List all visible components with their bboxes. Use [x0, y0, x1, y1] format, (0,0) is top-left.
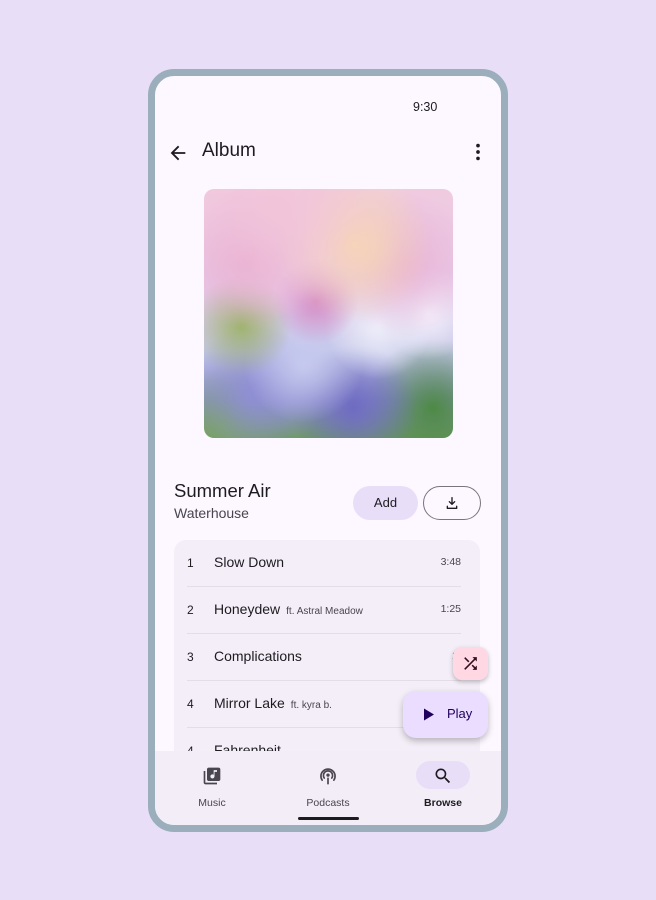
shuffle-button[interactable] — [453, 647, 488, 680]
nav-label: Music — [198, 797, 226, 809]
track-number: 4 — [187, 697, 194, 711]
gesture-home-indicator[interactable] — [298, 817, 359, 820]
track-duration: 3:48 — [440, 556, 461, 568]
download-icon — [446, 497, 458, 509]
shuffle-icon — [464, 657, 477, 670]
page-title: Album — [202, 140, 256, 161]
more-vert-icon[interactable] — [467, 141, 489, 163]
track-duration: 1:25 — [440, 603, 461, 615]
track-featuring: ft. Astral Meadow — [286, 606, 363, 617]
download-button[interactable] — [423, 486, 481, 520]
track-title: Honeydew ft. Astral Meadow — [214, 601, 363, 617]
search-icon — [435, 768, 451, 784]
podcasts-icon — [320, 768, 336, 785]
track-title: Complications — [214, 648, 302, 664]
top-app-bar: Album — [155, 132, 501, 172]
nav-item-browse[interactable]: Browse — [398, 759, 488, 819]
music-library-icon — [203, 767, 221, 785]
track-title: Mirror Lake ft. kyra b. — [214, 695, 332, 711]
status-time: 9:30 — [413, 100, 438, 114]
album-artist: Waterhouse — [174, 505, 249, 521]
track-row[interactable]: 1 Slow Down 3:48 — [187, 540, 461, 587]
album-title: Summer Air — [174, 480, 271, 501]
play-button[interactable]: Play — [403, 691, 488, 738]
track-number: 1 — [187, 556, 194, 570]
track-number: 3 — [187, 650, 194, 664]
album-art-image — [204, 189, 453, 438]
track-title: Slow Down — [214, 554, 285, 570]
nav-item-podcasts[interactable]: Podcasts — [283, 759, 373, 819]
track-row[interactable]: 2 Honeydew ft. Astral Meadow 1:25 — [187, 587, 461, 634]
play-arrow-icon — [424, 708, 434, 721]
add-button[interactable]: Add — [353, 486, 418, 520]
play-label: Play — [447, 706, 473, 721]
nav-label: Podcasts — [306, 797, 350, 809]
nav-item-music[interactable]: Music — [167, 759, 257, 819]
arrow-back-icon[interactable] — [167, 142, 189, 164]
track-row[interactable]: 3 Complications 2: — [187, 634, 461, 681]
track-number: 2 — [187, 603, 194, 617]
track-featuring: ft. kyra b. — [290, 700, 332, 711]
nav-label: Browse — [424, 797, 462, 809]
bottom-navigation-bar: Music Podcasts Browse — [155, 751, 501, 825]
phone-device: 9:30 Album Summer Air Waterhouse Add 1 S… — [148, 69, 508, 832]
